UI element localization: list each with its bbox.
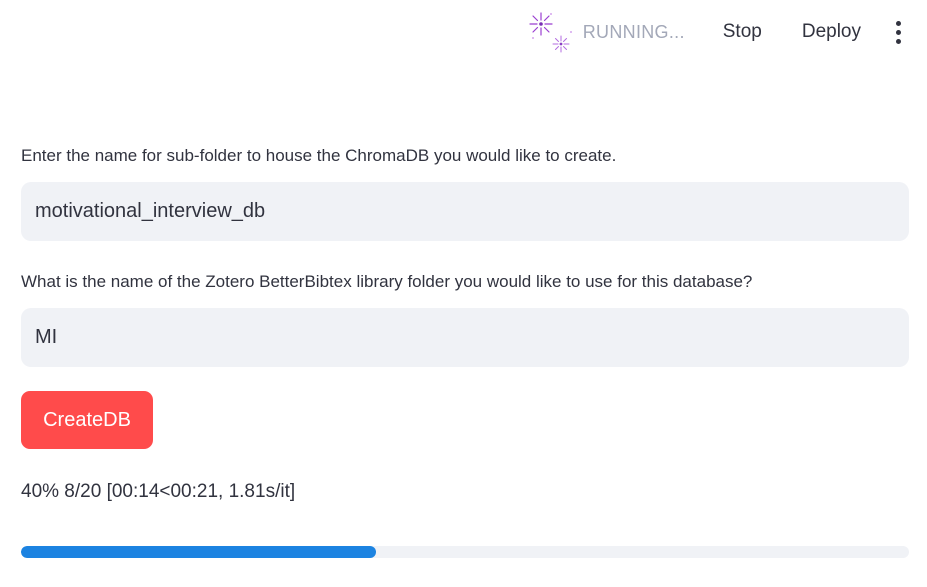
app-page: RUNNING... Stop Deploy Enter the name fo…: [0, 0, 927, 587]
db-folder-input[interactable]: [21, 182, 909, 241]
create-db-button[interactable]: CreateDB: [21, 391, 153, 449]
progress-bar: [21, 546, 909, 558]
running-fireworks-icon: [529, 12, 572, 53]
header-toolbar: RUNNING... Stop Deploy: [527, 0, 927, 64]
zotero-folder-input[interactable]: [21, 308, 909, 367]
progress-bar-fill: [21, 546, 377, 558]
running-status-text: RUNNING...: [582, 21, 685, 42]
menu-dot: [895, 38, 901, 44]
db-folder-label: Enter the name for sub-folder to house t…: [21, 146, 617, 165]
running-status: RUNNING...: [527, 8, 685, 56]
deploy-button[interactable]: Deploy: [792, 15, 871, 49]
menu-dot: [895, 29, 901, 35]
menu-dot: [895, 20, 901, 26]
stop-button[interactable]: Stop: [713, 15, 772, 49]
kebab-menu-icon[interactable]: [885, 17, 911, 47]
progress-status-text: 40% 8/20 [00:14<00:21, 1.81s/it]: [21, 481, 296, 502]
zotero-folder-label: What is the name of the Zotero BetterBib…: [21, 272, 753, 291]
